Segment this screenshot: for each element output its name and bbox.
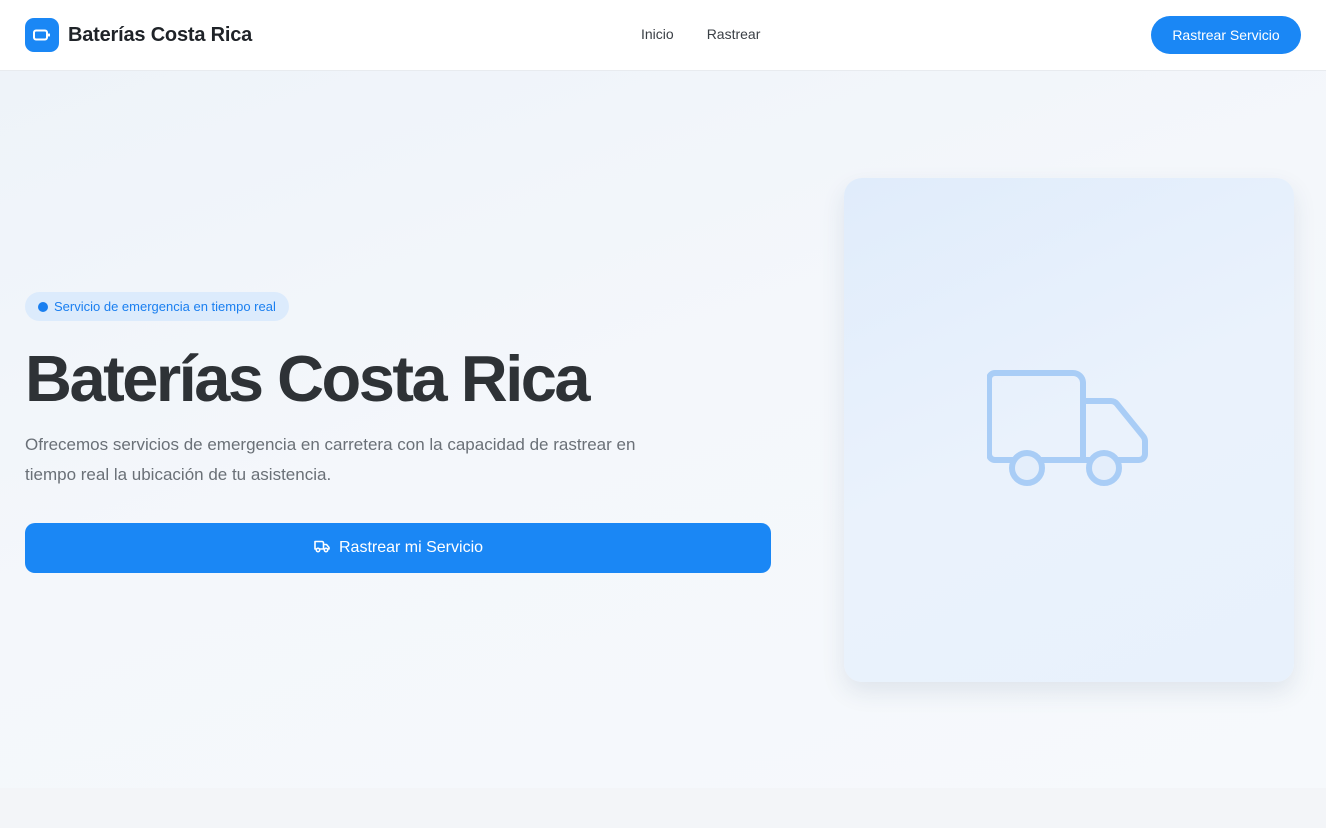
main-nav: Inicio Rastrear	[641, 26, 760, 42]
status-badge: Servicio de emergencia en tiempo real	[25, 292, 289, 321]
status-badge-label: Servicio de emergencia en tiempo real	[54, 299, 276, 314]
nav-link-inicio[interactable]: Inicio	[641, 26, 674, 42]
hero-title: Baterías Costa Rica	[25, 342, 591, 415]
footer-strip	[0, 788, 1326, 828]
battery-icon	[25, 18, 59, 52]
illustration-card	[844, 178, 1294, 682]
track-service-button[interactable]: Rastrear Servicio	[1151, 16, 1301, 54]
top-header: Baterías Costa Rica Inicio Rastrear Rast…	[0, 0, 1326, 71]
truck-icon	[313, 538, 331, 559]
truck-icon	[986, 363, 1151, 498]
track-my-service-label: Rastrear mi Servicio	[338, 539, 484, 556]
track-my-service-button[interactable]: Rastrear mi Servicio	[25, 523, 771, 573]
nav-link-rastrear[interactable]: Rastrear	[707, 26, 761, 42]
brand[interactable]: Baterías Costa Rica	[25, 18, 252, 52]
hero-description: Ofrecemos servicios de emergencia en car…	[25, 435, 636, 484]
hero-section: Servicio de emergencia en tiempo real Ba…	[0, 71, 1326, 788]
brand-name: Baterías Costa Rica	[68, 23, 253, 46]
status-dot	[38, 301, 48, 312]
